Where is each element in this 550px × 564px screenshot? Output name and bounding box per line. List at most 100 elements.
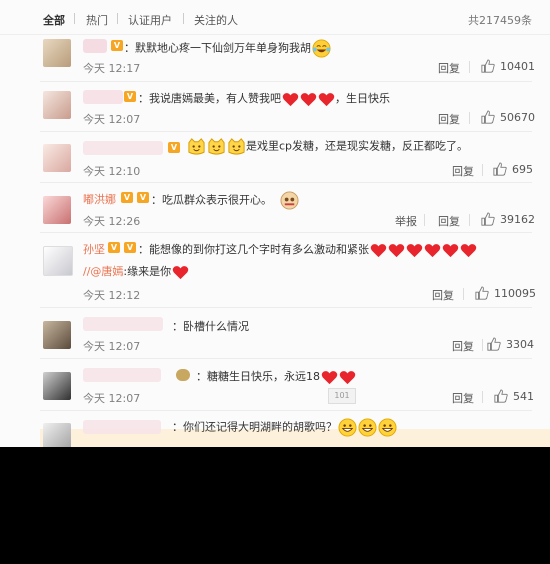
smile-face-icon [208,138,225,155]
comment-time: 今天 12:17 [83,62,141,75]
comment-text: ：你们还记得大明湖畔的胡歌吗？ [172,418,397,437]
report-button[interactable]: 举报 [395,213,417,229]
thumbs-up-icon[interactable] [493,162,507,176]
reply-button[interactable]: 回复 [452,390,474,406]
comment-time: 今天 12:07 [83,392,141,405]
like-count: 39162 [500,213,535,226]
comment-time: 今天 12:10 [83,165,141,178]
like-count: 110095 [494,287,536,300]
sticker-tooltip: 101 [328,388,356,404]
avatar[interactable] [43,144,71,172]
smile-face-icon [228,138,245,155]
grin-face-icon [358,418,377,437]
comment-divider [40,182,532,183]
reply-button[interactable]: 回复 [438,213,460,229]
like-count: 50670 [500,111,535,124]
comment-divider [40,307,532,308]
blurred-username [83,39,107,53]
comment-divider [40,410,532,411]
vip-badge-icon: V [168,142,180,153]
heart-icon [282,92,299,106]
blurred-username [83,368,161,382]
comment-divider [40,131,532,132]
melon-eater-icon [280,191,299,210]
tab-hot[interactable]: 热门 [86,12,108,28]
divider [469,112,470,124]
blurred-username [83,420,161,434]
thumbs-up-icon[interactable] [494,389,508,403]
vip-badge-icon: V [111,40,123,51]
tab-verified-users[interactable]: 认证用户 [128,12,172,28]
reply-button[interactable]: 回复 [438,60,460,76]
heart-icon [442,243,459,257]
laugh-cry-face-icon [312,39,331,58]
heart-icon [370,243,387,257]
thumbs-up-icon[interactable] [481,59,495,73]
vip-badge-icon: V [124,242,136,253]
tab-divider [183,13,184,24]
divider [469,214,470,226]
divider [424,214,425,226]
thumbs-up-icon[interactable] [481,110,495,124]
comment-panel: 全部 热门 认证用户 关注的人 共217459条 V ：默默地心疼一下仙剑万年单… [0,0,550,447]
comment-username[interactable]: 孙坚 [83,241,105,257]
reply-button[interactable]: 回复 [452,338,474,354]
tab-divider [74,13,75,24]
heart-icon [321,370,338,384]
tab-all[interactable]: 全部 [43,12,65,28]
comment-text: ：卧槽什么情况 [172,320,249,333]
heart-icon [318,92,335,106]
comment-username[interactable]: 嘟洪娜 [83,191,116,207]
avatar[interactable] [43,246,73,276]
comment-repost-text: //@唐嫣:缘来是你 [83,263,189,280]
thumbs-up-icon[interactable] [475,286,489,300]
divider [482,339,483,351]
reply-button[interactable]: 回复 [438,111,460,127]
comment-time: 今天 12:26 [83,215,141,228]
heart-icon [388,243,405,257]
comment-divider [40,81,532,82]
reply-button[interactable]: 回复 [432,287,454,303]
like-count: 3304 [506,338,534,351]
comment-filter-tabs: 全部 热门 认证用户 关注的人 共217459条 [0,0,550,35]
comment-text: ：我说唐嫣最美，有人赞我吧 ，生日快乐 [138,92,390,106]
verified-v-icon: V [121,192,133,203]
avatar[interactable] [43,321,71,349]
comment-text: ：吃瓜群众表示很开心。 [151,191,299,210]
like-count: 541 [513,390,534,403]
comment-time: 今天 12:07 [83,113,141,126]
divider [469,61,470,73]
grin-face-icon [338,418,357,437]
tab-following[interactable]: 关注的人 [194,12,238,28]
thumbs-up-icon[interactable] [487,337,501,351]
comment-time: 今天 12:07 [83,340,141,353]
comment-time: 今天 12:12 [83,289,141,302]
comment-text: ：糖糖生日快乐，永远18 [196,368,356,385]
avatar[interactable] [43,91,71,119]
comment-divider [40,232,532,233]
divider [482,391,483,403]
like-count: 10401 [500,60,535,73]
vip-badge-icon: V [124,91,136,102]
verified-v-icon: V [108,242,120,253]
heart-icon [300,92,317,106]
grin-face-icon [378,418,397,437]
comment-divider [40,358,532,359]
avatar[interactable] [43,372,71,400]
avatar[interactable] [43,196,71,224]
comment-text: 是戏里cp发糖，还是现实发糖，反正都吃了。 [186,137,468,156]
reply-button[interactable]: 回复 [452,163,474,179]
mention-link[interactable]: //@唐嫣 [83,265,123,278]
avatar[interactable] [43,39,71,67]
thumbs-up-icon[interactable] [481,212,495,226]
comment-total-count: 共217459条 [468,14,532,27]
member-badge-icon [176,369,190,381]
divider [463,288,464,300]
blurred-username [83,90,123,104]
avatar[interactable] [43,423,71,447]
like-count: 695 [512,163,533,176]
heart-icon [424,243,441,257]
tab-divider [117,13,118,24]
heart-icon [406,243,423,257]
blurred-username [83,317,163,331]
